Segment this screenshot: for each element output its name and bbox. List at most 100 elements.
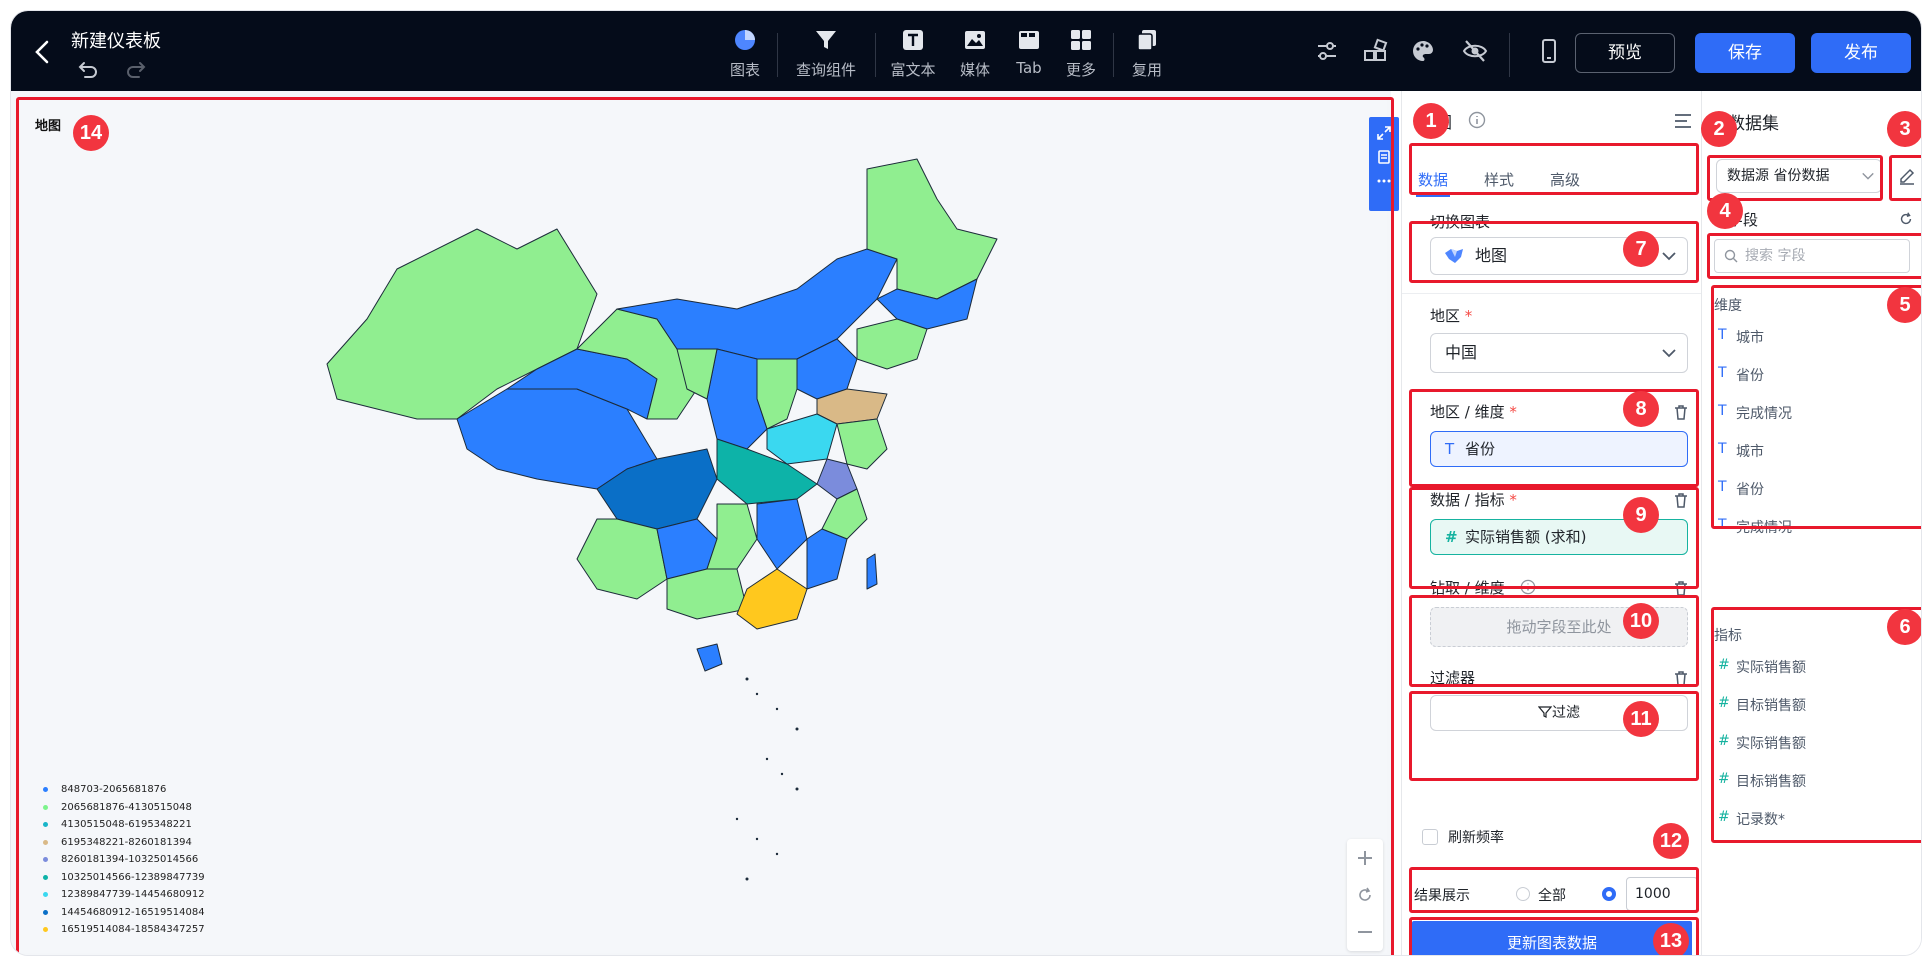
refresh-label: 刷新频率 [1448, 830, 1504, 846]
eye-off-icon[interactable] [1461, 37, 1489, 65]
tool-media[interactable]: 媒体 [957, 27, 993, 83]
tool-more[interactable]: 更多 [1063, 27, 1099, 83]
zoom-out-button[interactable] [1347, 913, 1383, 950]
annotation-badge: 13 [1653, 923, 1689, 955]
tool-reuse[interactable]: 复用 [1129, 27, 1165, 83]
tool-tab[interactable]: Tab [1011, 27, 1047, 83]
dimension-field[interactable]: T 完成情况 [1718, 403, 1792, 423]
refresh-checkbox[interactable] [1422, 829, 1438, 845]
metric-field[interactable]: # 目标销售额 [1718, 695, 1806, 715]
legend-item[interactable]: 2065681876-4130515048 [43, 799, 205, 817]
metric-field[interactable]: # 目标销售额 [1718, 771, 1806, 791]
annotation-badge: 2 [1701, 111, 1737, 147]
region-taiwan[interactable] [866, 553, 878, 590]
tool-query[interactable]: 查询组件 [791, 27, 861, 83]
map-zoom-controls [1347, 839, 1383, 951]
annotation-badge: 12 [1653, 823, 1689, 859]
dashboard-editor: 新建仪表板 图表 查询组件 富文本 媒体 Tab 更多 复用 预览 保存 发布 … [10, 10, 1922, 956]
legend-item[interactable]: 14454680912-16519514084 [43, 904, 205, 922]
chevron-down-icon [1662, 252, 1676, 261]
chart-pie-icon [735, 30, 755, 50]
fullscreen-icon[interactable] [1376, 125, 1392, 141]
trash-icon[interactable] [1672, 579, 1690, 597]
legend-swatch [43, 787, 48, 792]
result-all-radio[interactable] [1516, 887, 1530, 901]
mobile-icon[interactable] [1535, 37, 1563, 65]
annotation-badge: 8 [1623, 391, 1659, 427]
map-chart-card[interactable]: 地图 848703-2065681876 2065681876-41305150… [17, 99, 1399, 953]
datasource-select[interactable]: 数据源 省份数据 [1716, 159, 1882, 193]
dashboard-title[interactable]: 新建仪表板 [71, 27, 161, 53]
undo-icon[interactable] [77, 57, 99, 79]
annotation-badge: 11 [1623, 701, 1659, 737]
metric-field[interactable]: # 实际销售额 [1718, 657, 1806, 677]
text-type-icon: T [1718, 517, 1727, 533]
result-label: 结果展示 [1414, 888, 1470, 904]
metric-field[interactable]: # 记录数* [1718, 809, 1785, 829]
field-search-input[interactable]: 搜索 字段 [1714, 239, 1910, 273]
dimension-field[interactable]: T 城市 [1718, 441, 1764, 461]
legend-item[interactable]: 10325014566-12389847739 [43, 869, 205, 887]
edit-icon[interactable] [1898, 167, 1916, 185]
result-all-label: 全部 [1538, 888, 1566, 904]
update-chart-data-button[interactable]: 更新图表数据 [1412, 921, 1692, 955]
info-icon[interactable] [1520, 579, 1536, 595]
reset-view-button[interactable] [1347, 876, 1383, 913]
legend-item[interactable]: 16519514084-18584347257 [43, 921, 205, 939]
tab-style[interactable]: 样式 [1484, 169, 1514, 190]
annotation-badge: 7 [1623, 231, 1659, 267]
tool-chart[interactable]: 图表 [727, 27, 763, 83]
more-icon[interactable] [1376, 173, 1392, 189]
region-jiangsu[interactable] [836, 418, 888, 470]
tab-icon [1019, 31, 1039, 49]
zoom-in-button[interactable] [1347, 839, 1383, 876]
legend-item[interactable]: 848703-2065681876 [43, 781, 205, 799]
china-map[interactable] [277, 119, 1177, 919]
region-hainan[interactable] [696, 643, 723, 672]
legend-item[interactable]: 12389847739-14454680912 [43, 886, 205, 904]
dimension-field[interactable]: T 省份 [1718, 479, 1764, 499]
layout-icon[interactable] [1361, 37, 1389, 65]
metric-field[interactable]: # 实际销售额 [1718, 733, 1806, 753]
dashboard-canvas: 地图 848703-2065681876 2065681876-41305150… [11, 91, 1399, 955]
publish-button[interactable]: 发布 [1811, 33, 1911, 73]
trash-icon[interactable] [1672, 669, 1690, 687]
dimension-field[interactable]: T 城市 [1718, 327, 1764, 347]
tool-richtext[interactable]: 富文本 [887, 27, 939, 83]
text-type-icon: T [1718, 441, 1727, 457]
trash-icon[interactable] [1672, 403, 1690, 421]
legend-swatch [43, 857, 48, 862]
drill-label: 钻取 / 维度 [1430, 579, 1505, 597]
text-type-icon: T [1718, 365, 1727, 381]
text-type-icon: T [1718, 327, 1727, 343]
region-select[interactable]: 中国 [1430, 333, 1688, 373]
region-guangdong[interactable] [736, 568, 808, 630]
trash-icon[interactable] [1672, 491, 1690, 509]
refresh-icon[interactable] [1898, 211, 1914, 227]
palette-icon[interactable] [1409, 37, 1437, 65]
region-liaoning[interactable] [856, 318, 928, 370]
tab-advanced[interactable]: 高级 [1550, 169, 1580, 190]
result-limit-radio[interactable] [1602, 887, 1616, 901]
legend-item[interactable]: 4130515048-6195348221 [43, 816, 205, 834]
save-button[interactable]: 保存 [1695, 33, 1795, 73]
region-fujian[interactable] [806, 528, 848, 590]
info-icon[interactable] [1468, 111, 1486, 129]
detail-icon[interactable] [1376, 149, 1392, 165]
back-arrow-icon[interactable] [31, 39, 55, 65]
region-dim-field[interactable]: T 省份 [1430, 431, 1688, 467]
legend-swatch [43, 927, 48, 932]
tab-data[interactable]: 数据 [1418, 169, 1448, 190]
dimension-field[interactable]: T 完成情况 [1718, 517, 1792, 537]
legend-item[interactable]: 6195348221-8260181394 [43, 834, 205, 852]
result-count-input[interactable]: 1000 [1626, 877, 1698, 911]
preview-button[interactable]: 预览 [1575, 33, 1675, 73]
region-yunnan[interactable] [576, 518, 668, 600]
region-jiangxi[interactable] [756, 498, 808, 570]
redo-icon[interactable] [125, 57, 147, 79]
legend-item[interactable]: 8260181394-10325014566 [43, 851, 205, 869]
region-guangxi[interactable] [666, 568, 748, 620]
dimension-field[interactable]: T 省份 [1718, 365, 1764, 385]
collapse-icon[interactable] [1674, 113, 1692, 129]
sliders-icon[interactable] [1313, 37, 1341, 65]
